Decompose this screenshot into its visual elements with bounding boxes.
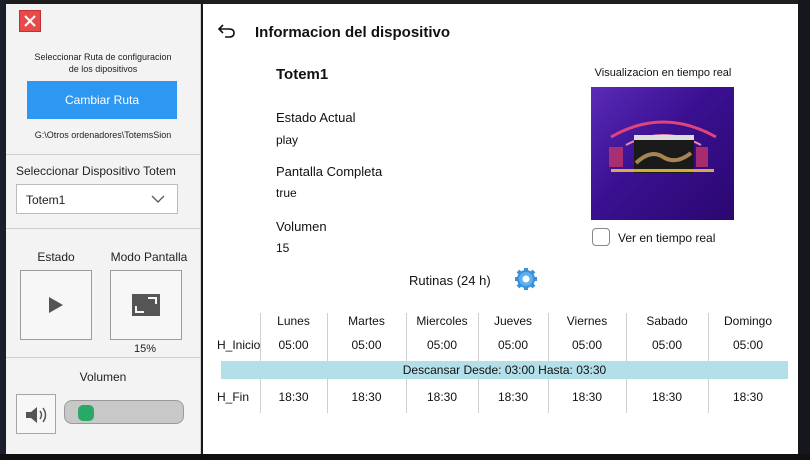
volume-slider[interactable] — [64, 400, 184, 424]
settings-side-panel: Seleccionar Ruta de configuracion de los… — [6, 4, 201, 454]
descanso-row: Descansar Desde: 03:00 Hasta: 03:30 — [221, 361, 788, 379]
ver-tiempo-real-checkbox[interactable] — [592, 228, 610, 246]
volumen-info-value: 15 — [276, 241, 290, 255]
inicio-cell: 05:00 — [571, 338, 603, 352]
play-button[interactable] — [20, 270, 92, 340]
modo-pantalla-label: Modo Pantalla — [110, 250, 188, 264]
divider — [6, 357, 200, 358]
row-label-inicio: H_Inicio — [217, 338, 261, 352]
inicio-cell: 05:00 — [651, 338, 683, 352]
divider — [6, 228, 200, 229]
fullscreen-toggle-button[interactable] — [110, 270, 182, 340]
totem-logo-preview — [609, 120, 717, 173]
chevron-down-icon — [151, 195, 165, 203]
rutinas-label: Rutinas (24 h) — [409, 273, 491, 288]
ruta-title-line1: Seleccionar Ruta de configuracion — [34, 52, 172, 62]
fin-cell: 18:30 — [732, 390, 764, 404]
ruta-path-text: G:\Otros ordenadores\TotemsSion — [34, 130, 172, 140]
device-info-panel: Informacion del dispositivo Totem1 Estad… — [203, 4, 798, 454]
ruta-config-title: Seleccionar Ruta de configuracion de los… — [6, 51, 200, 75]
fin-cell: 18:30 — [497, 390, 529, 404]
device-select-dropdown[interactable]: Totem1 — [16, 184, 178, 214]
device-name: Totem1 — [276, 66, 329, 83]
estado-label: Estado — [37, 250, 75, 264]
inicio-cell: 05:00 — [732, 338, 764, 352]
divider — [6, 154, 200, 155]
volumen-label: Volumen — [79, 370, 127, 384]
day-header: Domingo — [723, 314, 773, 328]
inicio-cell: 05:00 — [278, 338, 309, 352]
fin-cell: 18:30 — [351, 390, 382, 404]
row-label-fin: H_Fin — [217, 390, 250, 404]
background-bottom-edge — [0, 454, 810, 460]
realtime-preview-image — [591, 87, 734, 220]
modo-pantalla-percent: 15% — [133, 343, 157, 355]
inicio-cell: 05:00 — [351, 338, 382, 352]
day-header: Martes — [348, 314, 385, 328]
fin-cell: 18:30 — [571, 390, 603, 404]
ruta-title-line2: de los dipositivos — [68, 64, 138, 74]
ver-tiempo-real-label: Ver en tiempo real — [618, 231, 716, 245]
pantalla-completa-value: true — [276, 186, 297, 200]
selected-device-value: Totem1 — [26, 193, 66, 207]
close-button[interactable] — [19, 10, 41, 32]
inicio-cell: 05:00 — [426, 338, 458, 352]
play-icon — [49, 297, 63, 313]
cambiar-ruta-button[interactable]: Cambiar Ruta — [27, 81, 177, 119]
realtime-viz-title: Visualizacion en tiempo real — [594, 67, 732, 79]
close-icon — [24, 15, 36, 27]
page-title: Informacion del dispositivo — [255, 24, 451, 41]
back-arrow-icon[interactable] — [217, 23, 237, 39]
day-header: Lunes — [277, 314, 310, 328]
day-header: Miercoles — [416, 314, 468, 328]
inicio-cell: 05:00 — [497, 338, 529, 352]
estado-actual-value: play — [276, 133, 299, 147]
gear-icon[interactable] — [514, 267, 538, 291]
fin-cell: 18:30 — [278, 390, 309, 404]
background-window-edge-right — [798, 0, 810, 460]
select-device-label: Seleccionar Dispositivo Totem — [16, 164, 176, 178]
fin-cell: 18:30 — [426, 390, 458, 404]
mute-button[interactable] — [16, 394, 56, 434]
day-header: Sabado — [646, 314, 688, 328]
day-header: Jueves — [493, 314, 533, 328]
fullscreen-icon — [132, 294, 160, 316]
day-header: Viernes — [566, 314, 608, 328]
fin-cell: 18:30 — [651, 390, 683, 404]
volumen-info-label: Volumen — [276, 219, 327, 234]
volume-slider-thumb[interactable] — [78, 405, 95, 421]
estado-actual-label: Estado Actual — [276, 110, 356, 125]
pantalla-completa-label: Pantalla Completa — [276, 164, 383, 179]
speaker-icon — [26, 407, 47, 423]
